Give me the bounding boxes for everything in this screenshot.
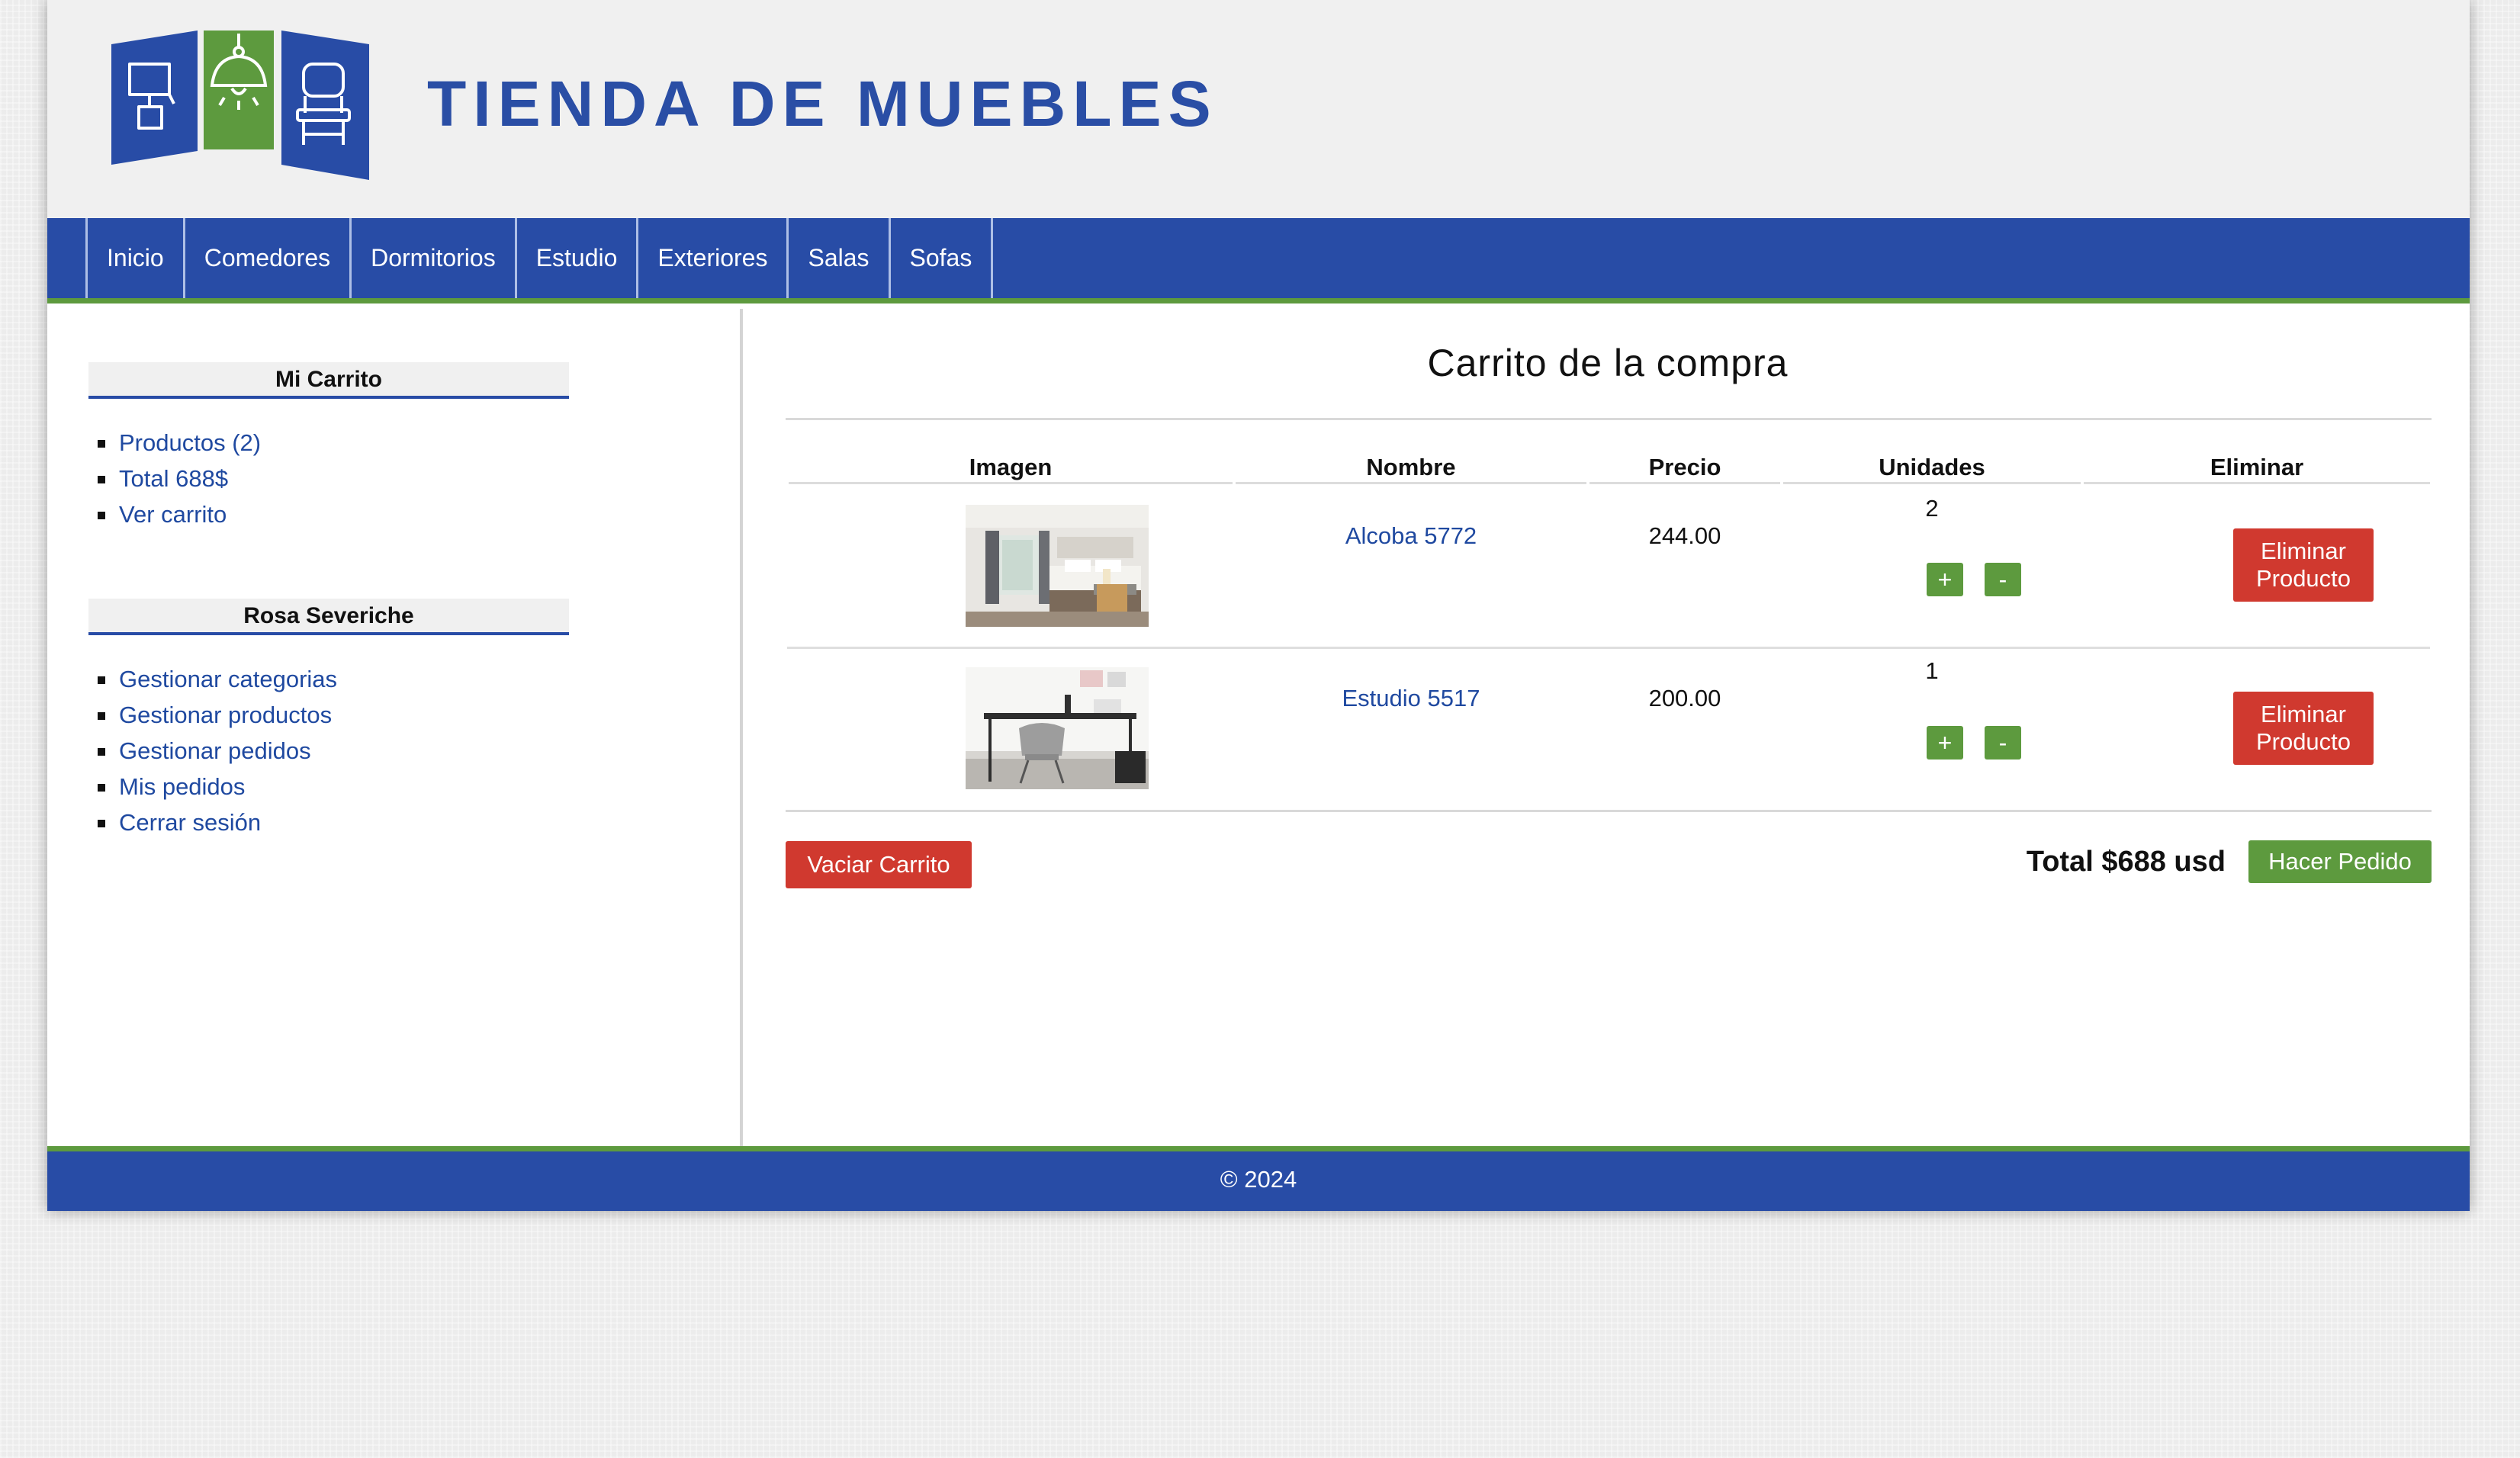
remove-button-line1: Eliminar (2261, 701, 2346, 727)
product-price: 200.00 (1648, 685, 1721, 711)
nav-item-sofas[interactable]: Sofas (888, 218, 994, 298)
sidebar: Mi Carrito Productos (2) Total 688$ Ver … (47, 309, 743, 1146)
user-widget-title: Rosa Severiche (88, 599, 569, 635)
sidebar-link-productos[interactable]: Productos (2) (88, 428, 569, 464)
product-image-alcoba[interactable] (966, 505, 1149, 627)
page-container: TIENDA DE MUEBLES Inicio Comedores Dormi… (47, 0, 2470, 1211)
sidebar-link-mis-pedidos[interactable]: Mis pedidos (88, 772, 569, 808)
empty-cart-button[interactable]: Vaciar Carrito (786, 841, 972, 888)
cart-widget: Mi Carrito Productos (2) Total 688$ Ver … (88, 362, 569, 535)
cart-main: Carrito de la compra Imagen Nombre Preci… (746, 309, 2470, 1146)
column-header-nombre: Nombre (1236, 452, 1586, 484)
remove-button-line1: Eliminar (2261, 538, 2346, 564)
nav-item-dormitorios[interactable]: Dormitorios (349, 218, 515, 298)
sidebar-link-gestionar-pedidos[interactable]: Gestionar pedidos (88, 736, 569, 772)
site-footer: © 2024 (47, 1146, 2470, 1211)
site-header: TIENDA DE MUEBLES (47, 0, 2470, 218)
product-image-estudio[interactable] (966, 667, 1149, 789)
user-widget: Rosa Severiche Gestionar categorias Gest… (88, 599, 569, 843)
remove-product-button[interactable]: Eliminar Producto (2233, 528, 2374, 602)
page-title: Carrito de la compra (1427, 342, 1789, 384)
column-header-eliminar: Eliminar (2084, 452, 2430, 484)
nav-item-estudio[interactable]: Estudio (514, 218, 637, 298)
furniture-logo-icon[interactable] (111, 31, 421, 180)
bedroom-photo-icon (966, 505, 1149, 627)
study-desk-photo-icon (966, 667, 1149, 789)
remove-button-line2: Producto (2255, 565, 2351, 592)
product-units: 1 (1925, 657, 1939, 684)
decrease-units-button[interactable]: - (1985, 726, 2021, 760)
nav-item-inicio[interactable]: Inicio (85, 218, 183, 298)
remove-button-line2: Producto (2255, 728, 2351, 755)
sidebar-link-total[interactable]: Total 688$ (88, 464, 569, 499)
place-order-button[interactable]: Hacer Pedido (2248, 840, 2432, 883)
nav-item-exteriores[interactable]: Exteriores (636, 218, 786, 298)
product-name-link[interactable]: Estudio 5517 (1342, 685, 1480, 711)
nav-item-salas[interactable]: Salas (786, 218, 888, 298)
increase-units-button[interactable]: + (1927, 563, 1963, 596)
sidebar-link-ver-carrito[interactable]: Ver carrito (88, 499, 569, 535)
decrease-units-button[interactable]: - (1985, 563, 2021, 596)
increase-units-button[interactable]: + (1927, 726, 1963, 760)
column-header-imagen: Imagen (789, 452, 1233, 484)
row-divider (787, 647, 2430, 649)
cart-widget-title: Mi Carrito (88, 362, 569, 399)
product-price: 244.00 (1648, 522, 1721, 549)
site-title: TIENDA DE MUEBLES (427, 68, 1218, 140)
remove-product-button[interactable]: Eliminar Producto (2233, 692, 2374, 765)
nav-item-comedores[interactable]: Comedores (182, 218, 349, 298)
product-units: 2 (1925, 495, 1939, 522)
title-divider (786, 418, 2432, 420)
column-header-unidades: Unidades (1783, 452, 2081, 484)
column-header-precio: Precio (1589, 452, 1780, 484)
table-bottom-divider (786, 810, 2432, 812)
main-navigation: Inicio Comedores Dormitorios Estudio Ext… (47, 218, 2470, 303)
sidebar-link-gestionar-categorias[interactable]: Gestionar categorias (88, 664, 569, 700)
sidebar-link-cerrar-sesion[interactable]: Cerrar sesión (88, 808, 569, 843)
sidebar-link-gestionar-productos[interactable]: Gestionar productos (88, 700, 569, 736)
cart-total: Total $688 usd (2026, 846, 2226, 878)
product-name-link[interactable]: Alcoba 5772 (1345, 522, 1477, 549)
